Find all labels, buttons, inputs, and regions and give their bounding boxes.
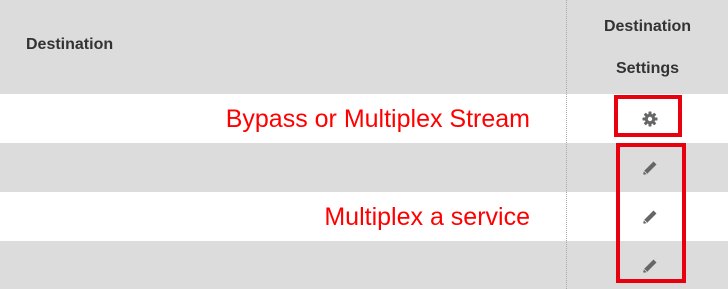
highlight-box-gear [614,95,682,137]
column-header-settings-line1: Destination [603,18,692,35]
column-divider [566,0,567,289]
annotation-label: Multiplex a service [324,203,530,231]
column-header-destination[interactable]: Destination [26,36,113,54]
destinations-table: Destination Destination Settings Bypass … [0,0,728,289]
highlight-box-pencils [616,143,686,283]
column-header-destination-settings[interactable]: Destination Settings [567,0,728,94]
annotation-label: Bypass or Multiplex Stream [225,105,530,133]
table-header: Destination Destination Settings [0,0,728,94]
column-header-settings-line2: Settings [615,60,680,77]
